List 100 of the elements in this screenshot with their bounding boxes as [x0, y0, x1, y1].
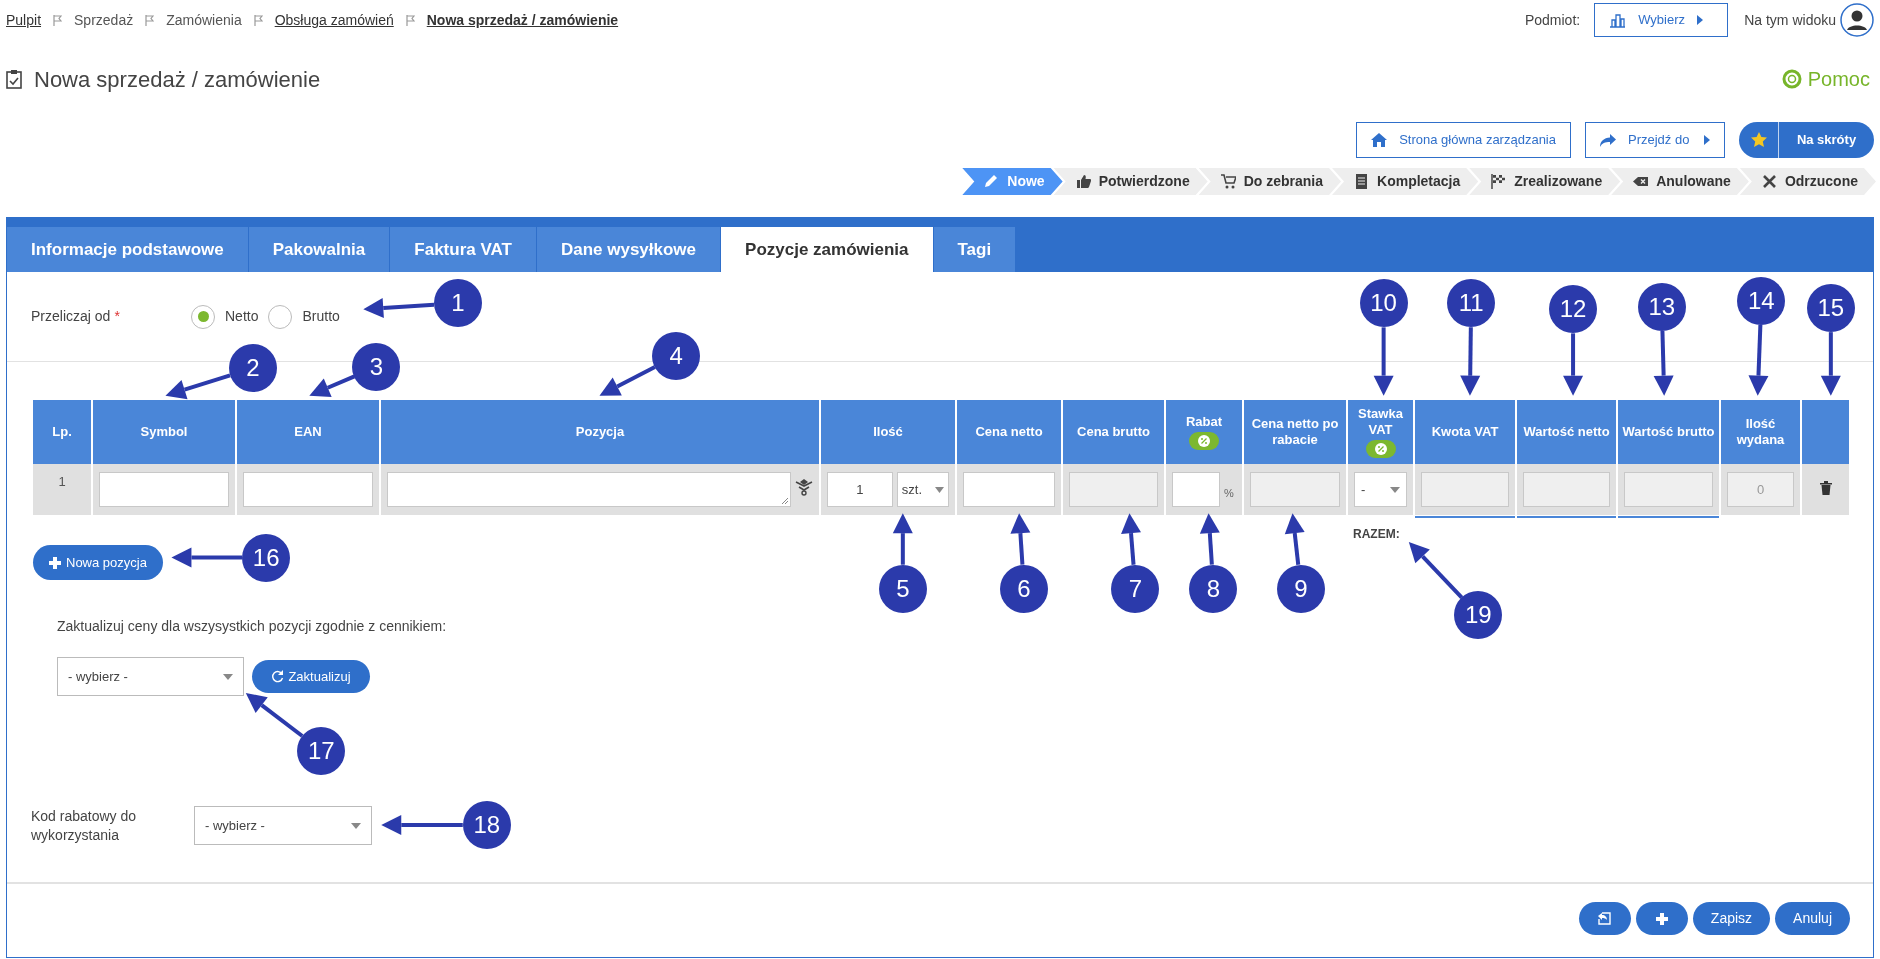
option-label[interactable]: Brutto: [302, 306, 340, 327]
column-header: Rabat: [1166, 400, 1244, 464]
callout-arrow: [599, 365, 656, 396]
field-label: Przeliczaj od: [31, 307, 111, 326]
callout-arrow: [171, 547, 243, 568]
select-subject-button[interactable]: Wybierz: [1594, 3, 1729, 37]
restore-button[interactable]: [1578, 902, 1631, 935]
column-header: Cena brutto: [1063, 400, 1166, 464]
star-icon: [1750, 132, 1767, 148]
dropdown-icon: [351, 822, 361, 829]
column-header: Cena netto: [957, 400, 1063, 464]
breadcrumb-link[interactable]: Nowa sprzedaż / zamówienie: [426, 9, 619, 31]
row-number: 1: [58, 473, 66, 491]
update-button[interactable]: Zaktualizuj: [252, 660, 370, 693]
close-icon: [1761, 174, 1777, 189]
input-field[interactable]: [963, 472, 1055, 507]
status-step[interactable]: Potwierdzone: [1053, 168, 1208, 195]
callout-arrow: [1653, 330, 1674, 396]
flag-icon: [253, 14, 263, 26]
percent-sign: %: [1224, 486, 1234, 501]
avatar-icon[interactable]: [1840, 3, 1874, 37]
building-icon: [1609, 12, 1627, 28]
readonly-field[interactable]: [1523, 472, 1610, 507]
trash-icon[interactable]: [1819, 481, 1832, 495]
unit-select[interactable]: szt.: [896, 472, 949, 507]
radio-button[interactable]: [268, 304, 293, 329]
callout-number: 18: [462, 800, 511, 849]
list-icon: [1354, 174, 1370, 189]
callout-arrow: [1284, 513, 1305, 566]
tab[interactable]: Pozycje zamówienia: [721, 227, 934, 272]
callout-number: 17: [297, 726, 346, 775]
tab[interactable]: Informacje podstawowe: [7, 227, 249, 272]
callout-number: 13: [1637, 282, 1686, 331]
input-field[interactable]: [99, 472, 229, 507]
discount-badge-icon[interactable]: [1189, 432, 1219, 450]
column-header: Kwota VAT: [1415, 400, 1517, 464]
dropdown-icon: [1390, 486, 1400, 493]
price-list-select[interactable]: - wybierz -: [57, 657, 244, 696]
go-to-button[interactable]: Przejdź do: [1585, 122, 1725, 158]
flag-icon: [405, 14, 415, 26]
callout-number: 3: [352, 342, 401, 391]
readonly-field[interactable]: [1250, 472, 1340, 507]
flag-icon: [53, 14, 63, 26]
callout-arrow: [1460, 327, 1481, 396]
discount-badge-icon[interactable]: [1365, 440, 1396, 458]
quantity-field[interactable]: 1: [827, 472, 893, 507]
readonly-field[interactable]: 0: [1727, 472, 1794, 507]
callout-arrow: [892, 513, 913, 565]
callout-arrow: [1010, 513, 1031, 565]
callout-number: 8: [1189, 564, 1238, 613]
vat-rate-select[interactable]: -: [1354, 472, 1407, 507]
callout-arrow: [1121, 513, 1141, 565]
tab[interactable]: Pakowalnia: [248, 227, 391, 272]
callout-arrow: [1563, 333, 1584, 396]
column-header: Wartość netto: [1517, 400, 1618, 464]
add-button[interactable]: [1635, 902, 1688, 935]
callout-arrow: [309, 374, 356, 397]
readonly-field[interactable]: [1069, 472, 1158, 507]
callout-number: 7: [1111, 564, 1160, 613]
callout-arrow: [1199, 513, 1220, 565]
page-title: Nowa sprzedaż / zamówienie: [34, 65, 321, 94]
plus-icon: [49, 556, 61, 569]
column-header: Ilość wydana: [1721, 400, 1802, 464]
caret-icon: [1704, 135, 1710, 145]
readonly-field[interactable]: [1421, 472, 1509, 507]
callout-arrow: [363, 298, 435, 319]
breadcrumb-link[interactable]: Obsługa zamówień: [274, 9, 394, 31]
callout-arrow: [245, 693, 304, 738]
status-step[interactable]: Zrealizowane: [1469, 168, 1621, 195]
discount-field[interactable]: [1172, 472, 1220, 507]
radio-button[interactable]: [191, 304, 215, 329]
status-step[interactable]: Anulowane: [1611, 168, 1749, 195]
action-button[interactable]: Anuluj: [1775, 902, 1850, 935]
total-label: RAZEM:: [1353, 526, 1400, 541]
action-button[interactable]: Zapisz: [1692, 902, 1771, 935]
status-step[interactable]: Odrzucone: [1739, 168, 1876, 195]
pencil-icon: [984, 174, 1000, 189]
tab[interactable]: Dane wysyłkowe: [536, 227, 722, 272]
column-header: Wartość brutto: [1618, 400, 1721, 464]
tab[interactable]: Faktura VAT: [390, 227, 537, 272]
breadcrumb-link[interactable]: Pulpit: [6, 9, 42, 31]
status-step[interactable]: Do zebrania: [1198, 168, 1342, 195]
subject-label: Podmiot:: [1524, 10, 1581, 30]
input-field[interactable]: [243, 472, 373, 507]
discount-code-select[interactable]: - wybierz -: [194, 806, 372, 845]
option-label[interactable]: Netto: [225, 306, 259, 327]
readonly-field[interactable]: [1624, 472, 1713, 507]
callout-number: 2: [229, 344, 277, 393]
management-home-button[interactable]: Strona główna zarządzania: [1356, 122, 1571, 158]
callout-arrow: [165, 373, 231, 400]
share-arrow-icon: [1600, 133, 1616, 147]
thumbs-up-icon: [1075, 174, 1091, 189]
shortcuts-button[interactable]: Na skróty: [1739, 122, 1874, 158]
callout-arrow: [1408, 541, 1464, 600]
column-header: Pozycja: [381, 400, 821, 464]
new-item-button[interactable]: Nowa pozycja: [33, 545, 163, 580]
status-step[interactable]: Kompletacja: [1332, 168, 1479, 195]
caret-icon: [1697, 15, 1704, 25]
lifebuoy-icon: [1781, 69, 1802, 89]
tab[interactable]: Tagi: [933, 227, 1017, 272]
